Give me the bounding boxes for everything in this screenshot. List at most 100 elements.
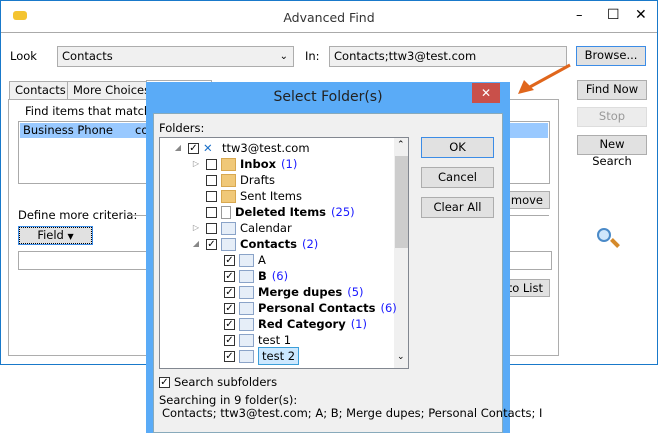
minimize-button[interactable]: – xyxy=(576,8,583,23)
tree-item-label: Personal Contacts xyxy=(258,301,376,315)
tree-item[interactable]: Deleted Items (25) xyxy=(190,204,355,220)
tree-item-count: (6) xyxy=(271,269,289,283)
checkbox[interactable]: ✓ xyxy=(224,270,235,282)
tree-item[interactable]: ◢ ✓ ✕ ttw3@test.com xyxy=(172,140,310,156)
tree-item-label: Drafts xyxy=(240,173,275,187)
tree-item[interactable]: ✓ Personal Contacts (6) xyxy=(208,300,397,316)
checkbox[interactable]: ✓ xyxy=(188,142,199,154)
contacts-icon xyxy=(221,237,236,251)
look-value: Contacts xyxy=(62,49,113,63)
scroll-up-icon[interactable]: ⌃ xyxy=(397,140,405,150)
tree-item-count: (6) xyxy=(380,301,397,315)
tree-item-label: Merge dupes xyxy=(258,285,343,299)
look-label: Look xyxy=(10,49,37,63)
folder-tree[interactable]: ⌃ ⌄ ◢ ✓ ✕ ttw3@test.com ▷ Inbox (1) Drafts Sent … xyxy=(159,137,409,369)
find-now-button[interactable]: Find Now xyxy=(577,80,647,100)
clear-all-button[interactable]: Clear All xyxy=(421,197,494,218)
magnifier-icon xyxy=(597,228,611,242)
dropdown-arrow-icon: ▼ xyxy=(67,232,74,241)
checkbox[interactable]: ✓ xyxy=(224,254,235,266)
define-criteria-label: Define more criteria: xyxy=(18,208,138,222)
checkbox[interactable] xyxy=(206,190,217,202)
ok-button[interactable]: OK xyxy=(421,137,494,158)
expander-icon[interactable]: ▷ xyxy=(190,220,202,236)
cancel-button[interactable]: Cancel xyxy=(421,167,494,188)
trash-icon xyxy=(221,205,231,219)
checkbox[interactable] xyxy=(206,174,217,186)
field-button[interactable]: Field ▼ xyxy=(18,226,93,245)
list-item-field: Business Phone xyxy=(23,123,113,137)
checkbox[interactable]: ✓ xyxy=(224,286,235,298)
tree-item[interactable]: ✓ Red Category (1) xyxy=(208,316,367,332)
in-label: In: xyxy=(305,49,320,63)
look-dropdown[interactable]: Contacts ⌄ xyxy=(57,46,294,67)
chevron-down-icon: ⌄ xyxy=(279,51,288,62)
tree-item-count: (5) xyxy=(347,285,364,299)
checkbox[interactable] xyxy=(206,206,217,218)
checkbox[interactable]: ✓ xyxy=(224,318,235,330)
browse-button[interactable]: Browse... xyxy=(576,46,646,66)
checkbox[interactable]: ✓ xyxy=(224,334,235,346)
in-value: Contacts;ttw3@test.com xyxy=(334,49,477,63)
arrow-annotation xyxy=(518,63,571,94)
expander-icon[interactable]: ◢ xyxy=(190,236,202,252)
checkbox[interactable] xyxy=(206,222,217,234)
expander-icon[interactable]: ◢ xyxy=(172,140,184,156)
magnifier-handle xyxy=(610,238,620,248)
checkbox[interactable]: ✓ xyxy=(224,302,235,314)
tree-item[interactable]: ✓ Merge dupes (5) xyxy=(208,284,364,300)
expander-icon[interactable]: ▷ xyxy=(190,156,202,172)
select-folders-dialog: Select Folder(s) ✕ Folders: ⌃ ⌄ ◢ ✓ ✕ ttw3@… xyxy=(146,82,542,433)
tree-item[interactable]: ▷ Calendar xyxy=(190,220,292,236)
tree-item-count: (1) xyxy=(281,157,298,171)
dialog-title: Select Folder(s) xyxy=(273,89,383,105)
tree-item[interactable]: Sent Items xyxy=(190,188,302,204)
scrollbar[interactable]: ⌃ ⌄ xyxy=(394,138,408,368)
stop-button: Stop xyxy=(577,107,647,127)
tree-item-label: Sent Items xyxy=(240,189,302,203)
tree-item-label: Contacts xyxy=(240,237,297,251)
tree-item-count: (1) xyxy=(350,317,367,331)
tree-item-label: Calendar xyxy=(240,221,292,235)
tree-item[interactable]: ✓ test 1 xyxy=(208,332,291,348)
contacts-icon xyxy=(239,285,254,299)
checkbox[interactable]: ✓ xyxy=(224,350,235,362)
tree-item-label: ttw3@test.com xyxy=(222,141,310,155)
tree-item[interactable]: Drafts xyxy=(190,172,275,188)
checkbox[interactable]: ✓ xyxy=(159,376,170,388)
contacts-icon xyxy=(239,317,254,331)
calendar-icon xyxy=(221,221,236,235)
contacts-icon xyxy=(239,301,254,315)
new-search-button[interactable]: New Search xyxy=(577,135,647,168)
drafts-icon xyxy=(221,173,236,187)
title-bar: Advanced Find – ☐ ✕ xyxy=(1,1,657,33)
search-subfolders-checkbox[interactable]: ✓ Search subfolders xyxy=(159,374,277,390)
scroll-thumb[interactable] xyxy=(395,156,408,248)
tree-item-label: A xyxy=(258,253,266,267)
tab-more-choices[interactable]: More Choices xyxy=(67,81,157,100)
inbox-icon xyxy=(221,157,236,171)
close-button[interactable]: ✕ xyxy=(635,7,647,23)
contacts-icon xyxy=(239,333,254,347)
dialog-close-button[interactable]: ✕ xyxy=(472,83,500,103)
dialog-body: Folders: ⌃ ⌄ ◢ ✓ ✕ ttw3@test.com ▷ Inbox (1) Dr… xyxy=(153,113,542,433)
contacts-icon xyxy=(239,349,254,363)
tree-item-label: B xyxy=(258,269,267,283)
tree-item-count: (2) xyxy=(301,237,319,251)
tree-item-label: Red Category xyxy=(258,317,346,331)
sent-icon xyxy=(221,189,236,203)
folder-list-text: Contacts; ttw3@test.com; A; B; Merge dup… xyxy=(162,406,543,420)
tree-item-count: (25) xyxy=(331,205,355,219)
tree-item[interactable]: ▷ Inbox (1) xyxy=(190,156,297,172)
scroll-down-icon[interactable]: ⌄ xyxy=(397,352,405,362)
tab-contacts[interactable]: Contacts xyxy=(9,81,72,100)
tree-item-label: test 1 xyxy=(258,333,292,347)
tree-item[interactable]: ✓ A xyxy=(208,252,266,268)
checkbox[interactable]: ✓ xyxy=(206,238,217,250)
tree-item[interactable]: ✓ B (6) xyxy=(208,268,288,284)
tree-item[interactable]: ✓ test 2 xyxy=(208,347,300,365)
maximize-button[interactable]: ☐ xyxy=(607,7,620,23)
checkbox[interactable] xyxy=(206,158,217,170)
tree-item[interactable]: ◢ ✓ Contacts (2) xyxy=(190,236,318,252)
tree-item-label: Inbox xyxy=(240,157,277,171)
